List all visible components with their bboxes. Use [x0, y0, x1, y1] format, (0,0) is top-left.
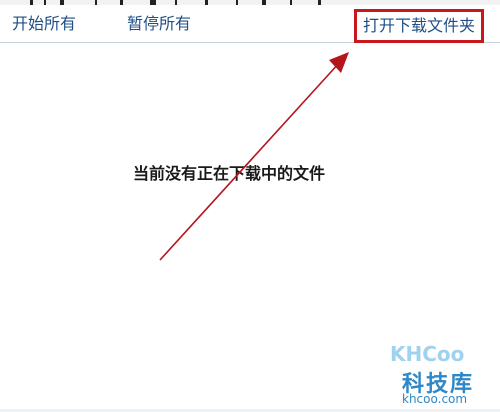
watermark-url: khcoo.com — [402, 392, 468, 406]
khcoo-watermark: KHCoo 科技库 khcoo.com — [388, 342, 496, 410]
watermark-brand: KHCoo — [390, 342, 465, 366]
start-all-button[interactable]: 开始所有 — [12, 14, 76, 34]
empty-downloads-message: 当前没有正在下载中的文件 — [133, 164, 326, 183]
download-toolbar: 开始所有 暂停所有 打开下载文件夹 — [0, 5, 500, 43]
open-download-folder-button[interactable]: 打开下载文件夹 — [354, 9, 485, 43]
annotation-arrow-head — [329, 52, 349, 73]
pause-all-button[interactable]: 暂停所有 — [127, 14, 191, 34]
